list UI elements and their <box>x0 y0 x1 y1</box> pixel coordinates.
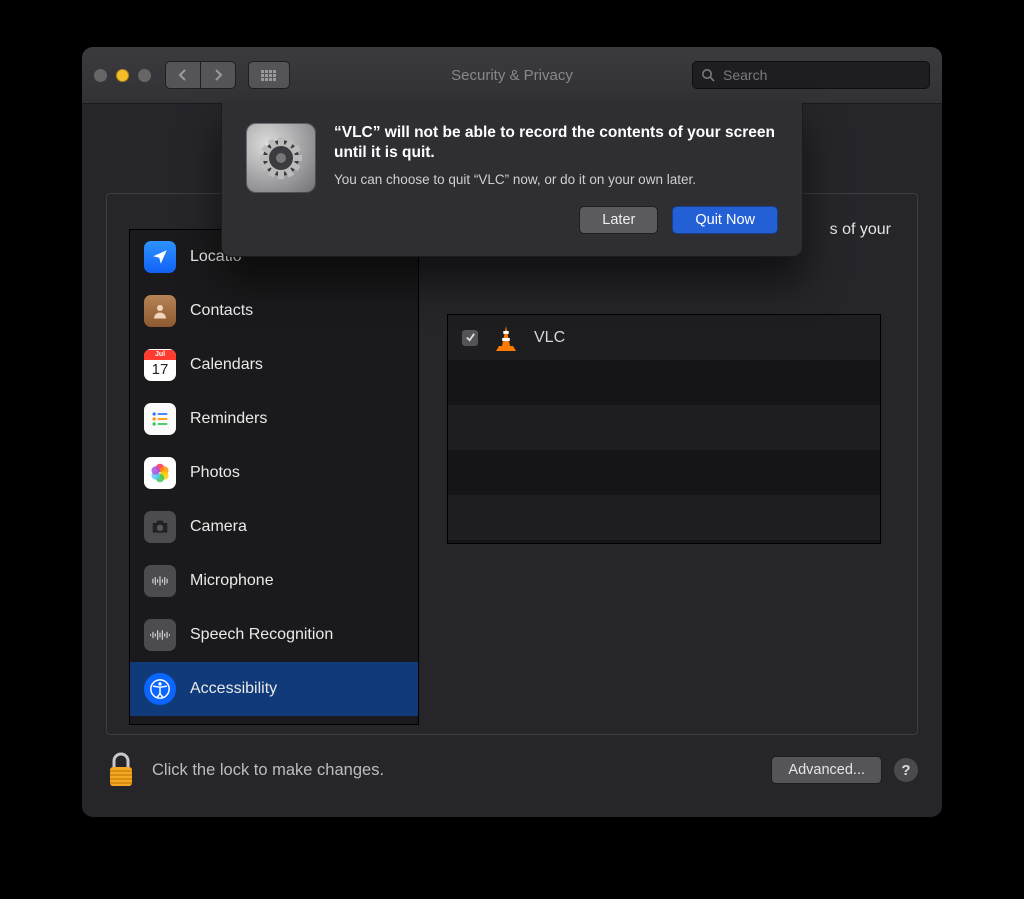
app-row-empty <box>448 360 880 405</box>
sidebar-item-microphone[interactable]: Microphone <box>130 554 418 608</box>
sheet-title: “VLC” will not be able to record the con… <box>334 123 778 163</box>
photos-icon <box>144 457 176 489</box>
window-toolbar: Security & Privacy <box>82 47 942 104</box>
sidebar-item-camera[interactable]: Camera <box>130 500 418 554</box>
grid-icon <box>261 70 277 81</box>
sheet-message: You can choose to quit “VLC” now, or do … <box>334 171 778 189</box>
quit-now-button[interactable]: Quit Now <box>672 206 778 234</box>
calendar-icon: Jul 17 <box>144 349 176 381</box>
sidebar-item-label: Camera <box>190 518 247 536</box>
reminders-icon <box>144 403 176 435</box>
app-checkbox[interactable] <box>462 330 478 346</box>
sidebar-item-accessibility[interactable]: Accessibility <box>130 662 418 716</box>
sidebar-item-contacts[interactable]: Contacts <box>130 284 418 338</box>
app-row-empty <box>448 405 880 450</box>
vlc-app-icon <box>492 324 520 352</box>
camera-icon <box>144 511 176 543</box>
search-field[interactable] <box>692 61 930 89</box>
preferences-window: Security & Privacy Locatio <box>82 47 942 817</box>
help-button[interactable]: ? <box>894 758 918 782</box>
lock-button[interactable] <box>106 751 136 789</box>
system-preferences-icon <box>246 123 316 193</box>
sidebar-item-reminders[interactable]: Reminders <box>130 392 418 446</box>
help-icon: ? <box>901 762 910 779</box>
speech-icon <box>144 619 176 651</box>
advanced-button[interactable]: Advanced... <box>771 756 882 784</box>
sidebar-item-speech-recognition[interactable]: Speech Recognition <box>130 608 418 662</box>
chevron-right-icon <box>213 69 223 81</box>
app-row-empty <box>448 495 880 540</box>
close-window-button[interactable] <box>94 69 107 82</box>
sidebar-item-label: Speech Recognition <box>190 626 333 644</box>
lock-hint-text: Click the lock to make changes. <box>152 761 384 780</box>
sidebar-item-label: Calendars <box>190 356 263 374</box>
chevron-left-icon <box>178 69 188 81</box>
later-button[interactable]: Later <box>579 206 658 234</box>
allowed-apps-list[interactable]: VLC <box>447 314 881 544</box>
app-row-vlc[interactable]: VLC <box>448 315 880 360</box>
window-controls <box>94 69 151 82</box>
app-name: VLC <box>534 329 565 347</box>
show-all-button[interactable] <box>248 61 290 89</box>
contacts-icon <box>144 295 176 327</box>
search-input[interactable] <box>721 66 921 84</box>
sidebar-item-label: Accessibility <box>190 680 277 698</box>
lock-icon <box>106 751 136 789</box>
quit-app-sheet: “VLC” will not be able to record the con… <box>221 103 803 257</box>
sidebar-item-calendars[interactable]: Jul 17 Calendars <box>130 338 418 392</box>
nav-forward-button[interactable] <box>200 61 236 89</box>
sidebar-item-photos[interactable]: Photos <box>130 446 418 500</box>
sidebar-item-label: Reminders <box>190 410 267 428</box>
sidebar-item-label: Photos <box>190 464 240 482</box>
zoom-window-button[interactable] <box>138 69 151 82</box>
accessibility-icon <box>144 673 176 705</box>
check-icon <box>465 332 476 343</box>
privacy-category-list[interactable]: Locatio Contacts Jul 17 Calendars <box>129 229 419 725</box>
sidebar-item-label: Microphone <box>190 572 274 590</box>
app-row-empty <box>448 450 880 495</box>
nav-back-button[interactable] <box>165 61 200 89</box>
panel-footer: Click the lock to make changes. Advanced… <box>106 751 918 789</box>
sidebar-item-label: Contacts <box>190 302 253 320</box>
location-icon <box>144 241 176 273</box>
microphone-icon <box>144 565 176 597</box>
search-icon <box>701 68 715 82</box>
privacy-panel: Locatio Contacts Jul 17 Calendars <box>106 193 918 735</box>
minimize-window-button[interactable] <box>116 69 129 82</box>
